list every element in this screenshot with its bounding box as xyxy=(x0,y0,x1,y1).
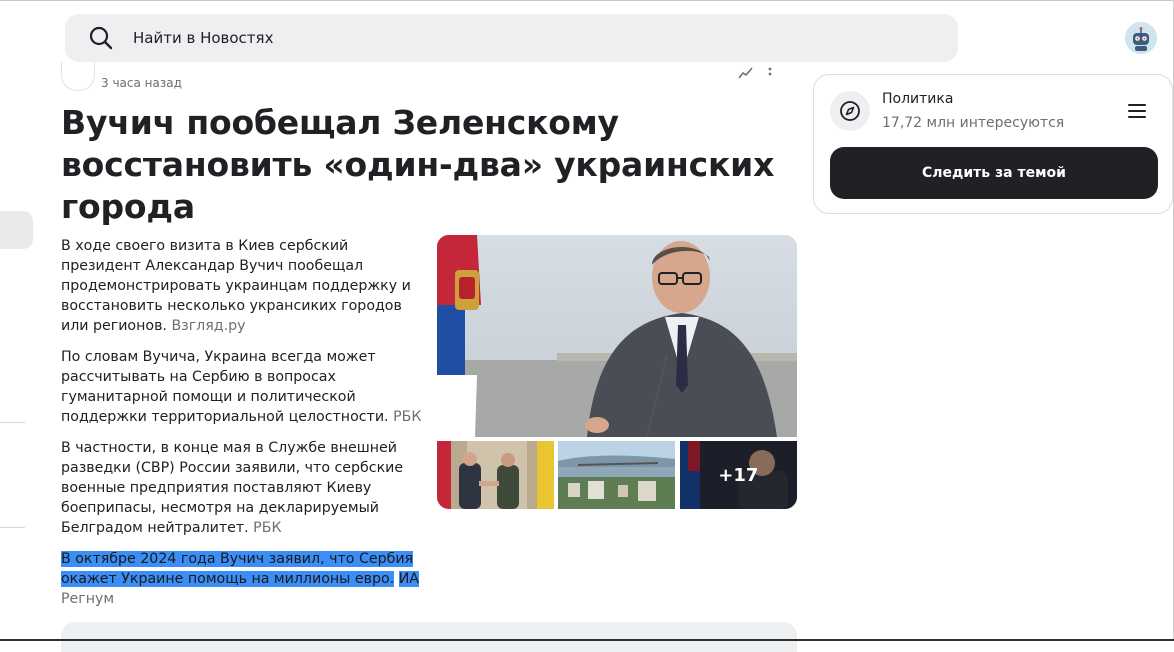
article-paragraph-selected: В октябре 2024 года Вучич заявил, что Се… xyxy=(61,551,420,607)
topic-name[interactable]: Политика xyxy=(882,91,953,107)
source-logo[interactable] xyxy=(61,62,95,91)
source-link[interactable]: ИА xyxy=(398,571,420,587)
sidebar-divider xyxy=(0,527,25,528)
source-link[interactable]: РБК xyxy=(253,520,281,536)
article-paragraph: В частности, в конце мая в Службе внешне… xyxy=(61,440,404,536)
search-icon[interactable] xyxy=(87,24,115,52)
article-main-photo[interactable] xyxy=(437,235,797,437)
source-link[interactable]: Регнум xyxy=(61,591,114,607)
source-link[interactable]: Взгляд.ру xyxy=(171,318,245,334)
article-paragraph: В ходе своего визита в Киев сербский пре… xyxy=(61,238,411,334)
next-article-card[interactable] xyxy=(61,622,797,652)
article-actions xyxy=(738,66,772,80)
article-paragraph: По словам Вучича, Украина всегда может р… xyxy=(61,349,422,425)
publish-time: 3 часа назад xyxy=(101,76,182,90)
robot-avatar-icon xyxy=(1125,22,1157,54)
follow-topic-button[interactable]: Следить за темой xyxy=(830,147,1158,199)
more-options-icon[interactable] xyxy=(768,66,772,80)
top-border xyxy=(0,0,1174,1)
trend-icon[interactable] xyxy=(738,66,754,80)
topic-followers: 17,72 млн интересуются xyxy=(882,115,1065,131)
search-bar[interactable] xyxy=(65,14,958,62)
gallery-photo[interactable] xyxy=(558,441,676,509)
sidebar-divider xyxy=(0,422,25,423)
source-link[interactable]: РБК xyxy=(393,409,421,425)
photo-gallery: +17 xyxy=(437,441,797,509)
user-avatar[interactable] xyxy=(1125,22,1157,54)
article-title: Вучич пообещал Зеленскому восстановить «… xyxy=(61,103,775,226)
compass-icon xyxy=(830,91,870,131)
sidebar-active-item[interactable] xyxy=(0,211,33,249)
more-photos-count: +17 xyxy=(679,441,797,509)
topic-card: Политика 17,72 млн интересуются Следить … xyxy=(813,74,1173,214)
menu-icon[interactable] xyxy=(1128,104,1146,118)
gallery-photo[interactable] xyxy=(437,441,554,509)
search-input[interactable] xyxy=(131,28,895,48)
article-body: В ходе своего визита в Киев сербский пре… xyxy=(61,236,425,620)
gallery-photo-more[interactable]: +17 xyxy=(679,441,797,509)
